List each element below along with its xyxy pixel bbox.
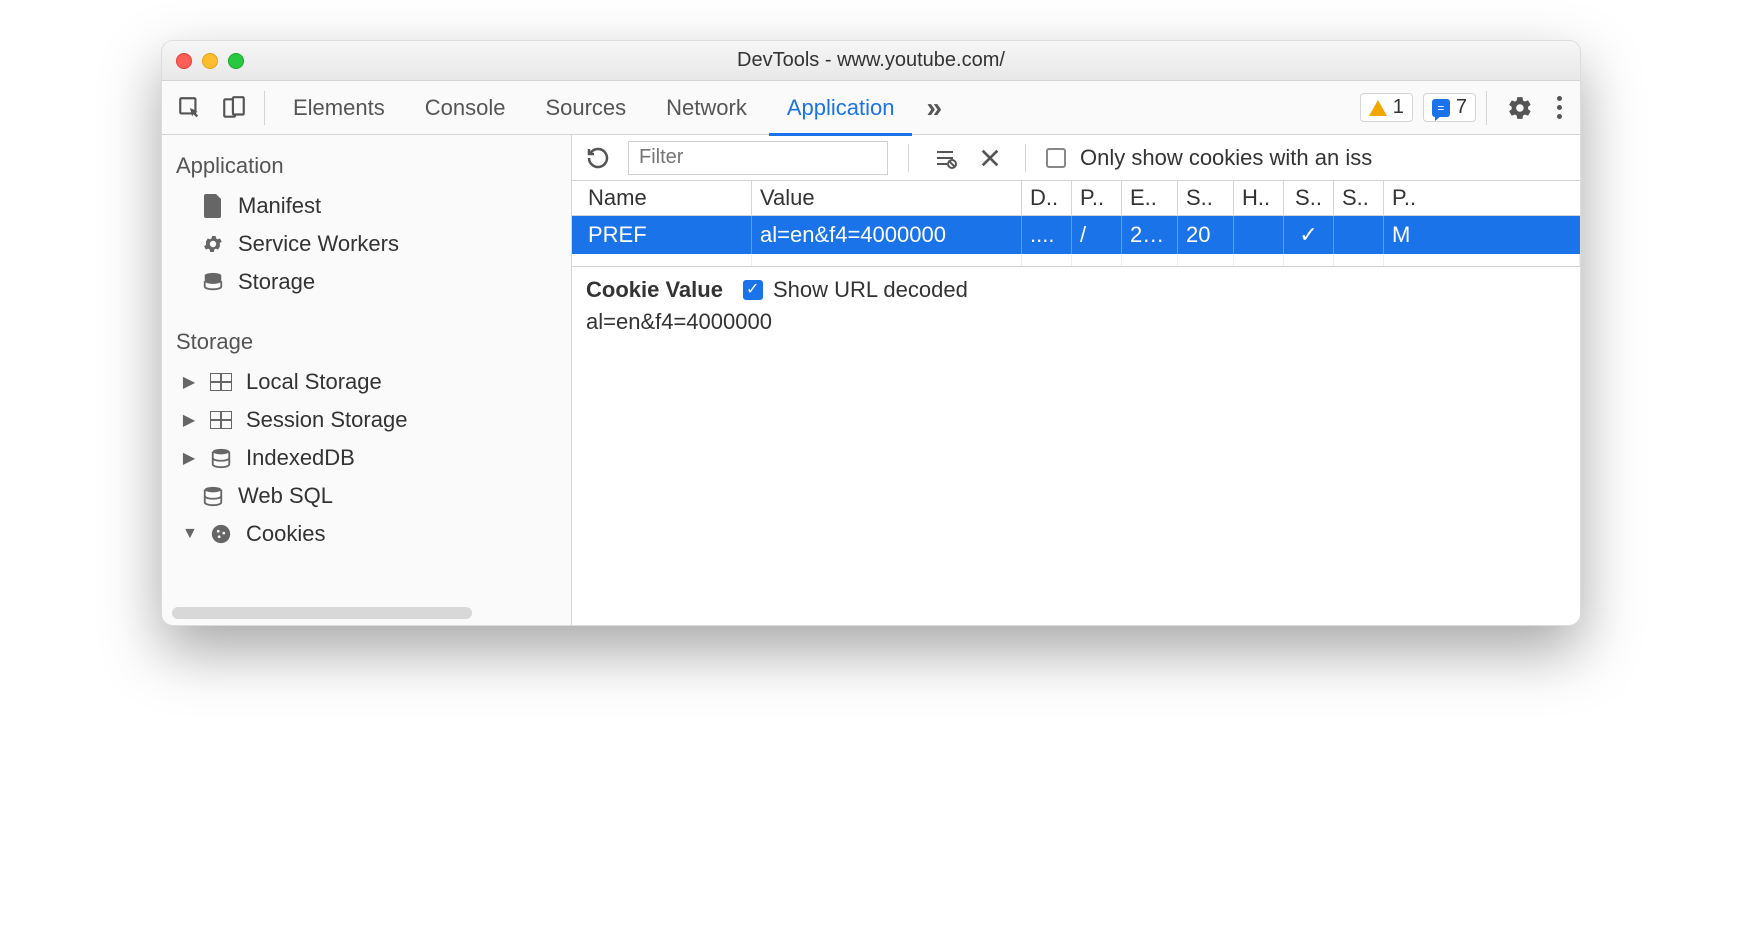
col-value[interactable]: Value	[752, 181, 1022, 215]
tab-console[interactable]: Console	[407, 81, 524, 135]
file-icon	[200, 194, 226, 218]
database-icon	[200, 271, 226, 293]
cell-value: al=en&f4=4000000	[752, 216, 1022, 254]
messages-count: 7	[1456, 96, 1467, 119]
panel-body: Application Manifest Service Workers Sto…	[162, 135, 1580, 625]
cell-priority: M	[1384, 216, 1580, 254]
clear-all-button[interactable]	[929, 142, 961, 174]
tab-sources[interactable]: Sources	[527, 81, 644, 135]
col-samesite[interactable]: S..	[1334, 181, 1384, 215]
cookies-table-body: PREF al=en&f4=4000000 .... / 2… 20 ✓ M	[572, 216, 1580, 267]
inspect-element-icon[interactable]	[176, 94, 204, 122]
cookie-value-text: al=en&f4=4000000	[586, 309, 1566, 335]
chevron-right-icon: ▶	[182, 410, 196, 430]
sidebar-item-label: Web SQL	[238, 483, 333, 509]
cell-path: /	[1072, 216, 1122, 254]
table-row[interactable]: PREF al=en&f4=4000000 .... / 2… 20 ✓ M	[572, 216, 1580, 254]
col-secure[interactable]: S..	[1284, 181, 1334, 215]
application-sidebar: Application Manifest Service Workers Sto…	[162, 135, 572, 625]
chevron-down-icon: ▼	[182, 525, 196, 543]
separator	[1025, 144, 1026, 172]
warning-icon	[1369, 100, 1387, 116]
table-icon	[208, 373, 234, 391]
col-priority[interactable]: P..	[1384, 181, 1580, 215]
show-url-decoded-checkbox[interactable]	[743, 280, 763, 300]
message-icon: =	[1432, 99, 1450, 117]
table-row-empty	[572, 254, 1580, 266]
col-httponly[interactable]: H..	[1234, 181, 1284, 215]
more-tabs-button[interactable]: »	[916, 92, 952, 124]
cell-samesite	[1334, 216, 1384, 254]
col-path[interactable]: P..	[1072, 181, 1122, 215]
filter-input[interactable]	[628, 141, 888, 175]
maximize-window-button[interactable]	[228, 53, 244, 69]
sidebar-item-cookies[interactable]: ▼ Cookies	[162, 515, 571, 553]
cookie-value-title: Cookie Value	[586, 277, 723, 303]
sidebar-heading-storage: Storage	[162, 321, 571, 363]
sidebar-item-label: Local Storage	[246, 369, 382, 395]
cell-name: PREF	[572, 216, 752, 254]
only-issue-label: Only show cookies with an iss	[1080, 145, 1372, 171]
sidebar-item-service-workers[interactable]: Service Workers	[162, 225, 571, 263]
cookie-icon	[208, 523, 234, 545]
refresh-button[interactable]	[582, 142, 614, 174]
sidebar-heading-application: Application	[162, 145, 571, 187]
sidebar-item-indexeddb[interactable]: ▶ IndexedDB	[162, 439, 571, 477]
sidebar-item-manifest[interactable]: Manifest	[162, 187, 571, 225]
warnings-badge[interactable]: 1	[1360, 93, 1413, 122]
separator	[264, 91, 265, 125]
cookies-table-header: Name Value D.. P.. E.. S.. H.. S.. S.. P…	[572, 181, 1580, 216]
sidebar-item-label: Cookies	[246, 521, 325, 547]
settings-button[interactable]	[1497, 95, 1543, 121]
sidebar-item-local-storage[interactable]: ▶ Local Storage	[162, 363, 571, 401]
sidebar-item-label: Storage	[238, 269, 315, 295]
chevron-right-icon: ▶	[182, 448, 196, 468]
devtools-window: DevTools - www.youtube.com/ Elements Con…	[161, 40, 1581, 626]
cookie-detail: Cookie Value Show URL decoded al=en&f4=4…	[572, 267, 1580, 625]
device-toggle-icon[interactable]	[220, 94, 248, 122]
sidebar-item-session-storage[interactable]: ▶ Session Storage	[162, 401, 571, 439]
tab-application[interactable]: Application	[769, 81, 913, 135]
col-size[interactable]: S..	[1178, 181, 1234, 215]
close-window-button[interactable]	[176, 53, 192, 69]
tab-network[interactable]: Network	[648, 81, 765, 135]
cookies-panel: Only show cookies with an iss Name Value…	[572, 135, 1580, 625]
col-domain[interactable]: D..	[1022, 181, 1072, 215]
database-icon	[200, 485, 226, 507]
issue-badges: 1 = 7	[1360, 93, 1476, 122]
sidebar-item-web-sql[interactable]: Web SQL	[162, 477, 571, 515]
cell-size: 20	[1178, 216, 1234, 254]
devtools-tabbar: Elements Console Sources Network Applica…	[162, 81, 1580, 135]
separator	[1486, 91, 1487, 125]
gear-icon	[200, 233, 226, 255]
titlebar: DevTools - www.youtube.com/	[162, 41, 1580, 81]
delete-selected-button[interactable]	[975, 143, 1005, 173]
cell-expires: 2…	[1122, 216, 1178, 254]
database-icon	[208, 447, 234, 469]
tab-elements[interactable]: Elements	[275, 81, 403, 135]
window-title: DevTools - www.youtube.com/	[162, 49, 1580, 72]
warnings-count: 1	[1393, 96, 1404, 119]
sidebar-item-label: Service Workers	[238, 231, 399, 257]
traffic-lights	[162, 53, 244, 69]
messages-badge[interactable]: = 7	[1423, 93, 1476, 122]
sidebar-item-label: IndexedDB	[246, 445, 355, 471]
col-name[interactable]: Name	[572, 181, 752, 215]
minimize-window-button[interactable]	[202, 53, 218, 69]
sidebar-item-storage[interactable]: Storage	[162, 263, 571, 301]
sidebar-scrollbar[interactable]	[172, 607, 472, 619]
chevron-right-icon: ▶	[182, 372, 196, 392]
kebab-menu-button[interactable]	[1547, 96, 1572, 119]
cookies-toolbar: Only show cookies with an iss	[572, 135, 1580, 181]
table-icon	[208, 411, 234, 429]
cell-httponly	[1234, 216, 1284, 254]
separator	[908, 144, 909, 172]
col-expires[interactable]: E..	[1122, 181, 1178, 215]
sidebar-item-label: Session Storage	[246, 407, 407, 433]
cell-secure: ✓	[1284, 216, 1334, 254]
cell-domain: ....	[1022, 216, 1072, 254]
show-url-decoded-label: Show URL decoded	[773, 277, 968, 303]
sidebar-item-label: Manifest	[238, 193, 321, 219]
only-issue-checkbox[interactable]	[1046, 148, 1066, 168]
